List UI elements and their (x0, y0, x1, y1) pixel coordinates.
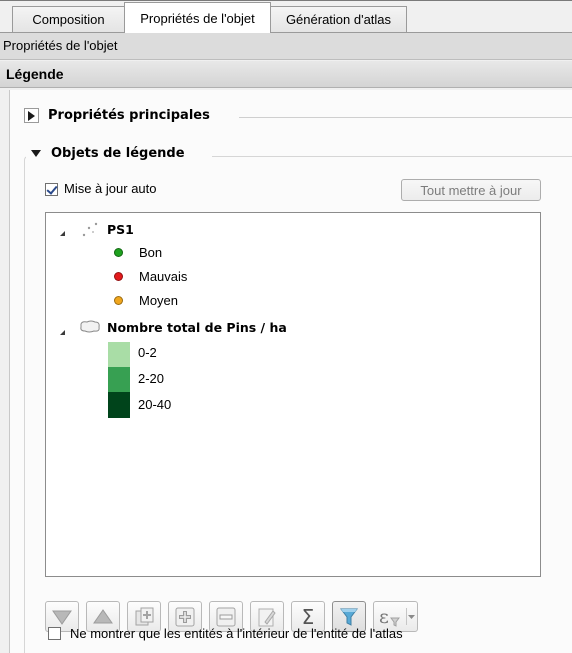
group-objets-de-legende[interactable]: Objets de légende (31, 146, 185, 161)
edit-item-icon (258, 608, 276, 626)
layer-name-nombre-total-pins[interactable]: Nombre total de Pins / ha (107, 320, 287, 336)
expand-arrow-icon[interactable] (60, 330, 65, 335)
update-all-button[interactable]: Tout mettre à jour (401, 179, 541, 201)
layer-name-ps1[interactable]: PS1 (107, 222, 134, 238)
group-divider (239, 117, 572, 118)
legend-swatch-0-2 (108, 342, 130, 367)
dropdown-arrow-icon[interactable] (408, 615, 415, 620)
legend-symbol-mauvais (114, 272, 123, 281)
legend-section-header[interactable]: Légende (0, 61, 572, 88)
tab-bar: Composition Propriétés de l'objet Généra… (0, 0, 572, 33)
legend-symbol-moyen (114, 296, 123, 305)
expression-filter-icon: ε (379, 605, 389, 628)
add-item-icon (175, 607, 195, 626)
move-up-icon (93, 608, 113, 623)
group-proprietes-principales-label: Propriétés principales (48, 108, 210, 123)
legend-swatch-2-20 (108, 367, 130, 392)
group-objets-de-legende-label: Objets de légende (51, 146, 185, 161)
atlas-only-label: Ne montrer que les entités à l'intérieur… (70, 626, 403, 641)
legend-symbol-bon (114, 248, 123, 257)
panel-title: Propriétés de l'objet (0, 33, 572, 60)
filter-legend-icon (340, 608, 358, 626)
legend-item-mauvais[interactable]: Mauvais (139, 269, 187, 285)
collapse-icon[interactable] (31, 150, 41, 157)
count-features-icon: Σ (301, 604, 315, 629)
tab-generation-atlas[interactable]: Génération d'atlas (270, 6, 407, 32)
legend-item-0-2[interactable]: 0-2 (138, 345, 157, 361)
add-group-icon (135, 607, 154, 625)
polygon-layer-icon (80, 320, 100, 333)
point-layer-icon (82, 222, 98, 237)
legend-tree[interactable]: PS1 Bon Mauvais Moyen Nombre total de Pi… (45, 212, 541, 577)
tab-composition[interactable]: Composition (12, 6, 125, 32)
atlas-only-checkbox[interactable] (48, 627, 61, 640)
group-proprietes-principales[interactable]: Propriétés principales (24, 108, 210, 123)
small-filter-icon (389, 617, 400, 627)
expand-arrow-icon[interactable] (60, 231, 65, 236)
legend-item-moyen[interactable]: Moyen (139, 293, 178, 309)
remove-item-icon (216, 607, 236, 626)
auto-update-checkbox[interactable] (45, 183, 58, 196)
legend-item-2-20[interactable]: 2-20 (138, 371, 164, 387)
expand-icon[interactable] (24, 108, 39, 123)
auto-update-label: Mise à jour auto (64, 181, 157, 196)
tab-proprietes-objet[interactable]: Propriétés de l'objet (124, 2, 271, 33)
legend-item-20-40[interactable]: 20-40 (138, 397, 171, 413)
move-down-icon (52, 610, 72, 625)
legend-swatch-20-40 (108, 392, 130, 418)
legend-item-bon[interactable]: Bon (139, 245, 162, 261)
